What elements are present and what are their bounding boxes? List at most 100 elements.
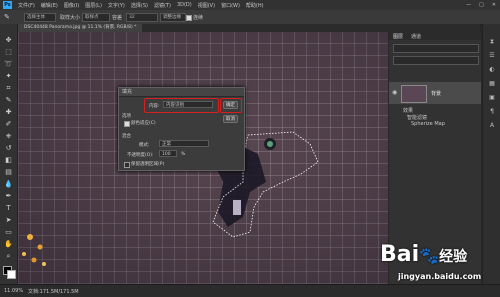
tab-channels[interactable]: 通道 [411,33,421,40]
character-icon[interactable]: A [488,122,496,130]
refine-edge-button[interactable]: 调整边缘 [160,13,186,22]
shoe [233,200,241,215]
document-tab-bar: DSC40448 Panorama.jpg @ 11.1% (背景, RGB/8… [18,24,480,32]
menu-3d[interactable]: 3D(D) [177,2,192,8]
blending-label: 混合 [122,134,131,139]
doc-size: 文档:171.5M/171.5M [28,289,79,295]
menu-items: 文件(F) 编辑(E) 图像(I) 图层(L) 文字(Y) 选择(S) 滤镜(T… [18,0,264,10]
blend-mode-bar[interactable] [393,56,479,65]
cancel-button[interactable]: 取消 [223,115,238,123]
eye-icon[interactable]: ◉ [392,89,397,96]
healing-brush-icon[interactable]: ✚ [4,108,13,117]
opacity-input[interactable]: 100 [159,150,177,157]
menu-image[interactable]: 图像(I) [64,2,79,9]
spherize-label: Spherize Map [411,121,445,127]
menu-type[interactable]: 文字(Y) [108,2,125,9]
contiguous-checkbox[interactable] [186,15,192,21]
menu-window[interactable]: 窗口(W) [221,2,240,9]
tools-panel: ✥ ⬚ ➰ ✦ ⌗ ✎ ✚ ✐ ⎈ ↺ ◧ ▤ 💧 ✒ T ➤ ▭ ✋ ⌕ [0,24,18,284]
eyedropper-tool-icon[interactable]: ✎ [4,96,13,105]
menu-help[interactable]: 帮助(H) [246,2,264,9]
blur-tool-icon[interactable]: 💧 [4,180,13,189]
crop-tool-icon[interactable]: ⌗ [4,84,13,93]
preserve-transparency-checkbox[interactable] [124,162,130,168]
contiguous-label: 连续 [193,15,204,21]
history-icon[interactable]: ⧗ [488,38,496,46]
tab-layers[interactable]: 图层 [393,33,403,40]
swatches-icon[interactable]: ▦ [488,80,496,88]
smart-filters-label: 智能滤镜 [407,115,428,121]
options-bar: ✎ 选择主体 取样大小 取样点 容差 32 调整边缘 连续 [0,10,500,25]
minimize-button[interactable]: — [466,2,471,8]
magic-wand-icon[interactable]: ✦ [4,72,13,81]
layer-thumbnail [401,85,427,103]
move-tool-icon[interactable]: ✥ [4,36,13,45]
mode-label: 模式: [139,143,150,148]
menu-edit[interactable]: 编辑(E) [41,2,58,9]
properties-icon[interactable]: ☰ [488,52,496,60]
panel-tabs: 图层 通道 [389,32,481,40]
tolerance-input[interactable]: 32 [126,13,158,22]
options-label: 选项 [122,114,131,119]
sample-select[interactable]: 取样点 [82,13,110,22]
mode-select[interactable]: 选择主体 [24,13,56,22]
layer-row-background[interactable]: ◉ 背景 [389,82,481,104]
close-button[interactable]: ✕ [492,2,496,8]
brush-tool-icon[interactable]: ✐ [4,120,13,129]
watermark-brand: Bai [380,242,420,267]
eraser-tool-icon[interactable]: ◧ [4,156,13,165]
highlight-box-ok [220,98,242,113]
color-adapt-label: 颜色适应(C) [131,121,156,126]
layer-name: 背景 [431,91,442,97]
gradient-tool-icon[interactable]: ▤ [4,168,13,177]
status-bar: 11.09% 文档:171.5M/171.5M [0,284,500,297]
highlight-box-content [144,98,219,113]
sample-label: 取样大小 [60,15,81,21]
zoom-level[interactable]: 11.09% [4,288,23,294]
layer-filter-bar[interactable] [393,44,479,53]
menu-select[interactable]: 选择(S) [131,2,148,9]
menu-file[interactable]: 文件(F) [18,2,35,9]
type-tool-icon[interactable]: T [4,204,13,213]
tolerance-label: 容差 [112,15,123,21]
menu-filter[interactable]: 滤镜(T) [154,2,171,9]
adjustments-icon[interactable]: ◐ [488,66,496,74]
watermark-url: jingyan.baidu.com [398,272,482,281]
light-dot [27,234,33,240]
document-tab[interactable]: DSC40448 Panorama.jpg @ 11.1% (背景, RGB/8… [18,24,143,32]
color-adapt-checkbox[interactable] [124,121,130,127]
path-select-icon[interactable]: ➤ [4,216,13,225]
shape-tool-icon[interactable]: ▭ [4,228,13,237]
light-dot [42,262,46,266]
light-dot [31,257,37,263]
preserve-transparency-label: 保留透明区域(P) [131,162,165,167]
window-controls: — □ ✕ [466,0,496,10]
menu-bar: Ps 文件(F) 编辑(E) 图像(I) 图层(L) 文字(Y) 选择(S) 滤… [0,0,500,10]
menu-view[interactable]: 视图(V) [198,2,215,9]
hand-tool-icon[interactable]: ✋ [4,240,13,249]
lasso-tool-icon[interactable]: ➰ [4,60,13,69]
mode-select[interactable]: 正常 [159,140,209,147]
light-dot [22,252,26,256]
fill-dialog: 填充 内容: 内容识别 确定 取消 选项 颜色适应(C) 混合 模式: 正常 不… [118,87,245,171]
photoshop-logo: Ps [3,1,12,9]
background-color-swatch[interactable] [7,270,16,279]
paw-icon: 🐾 [419,246,440,265]
marquee-tool-icon[interactable]: ⬚ [4,48,13,57]
maximize-button[interactable]: □ [479,2,484,8]
opacity-unit: % [181,152,186,157]
eyedropper-icon[interactable]: ✎ [4,13,14,21]
layer-effects-label: 效果 [403,108,414,114]
libraries-icon[interactable]: ▣ [488,94,496,102]
menu-layer[interactable]: 图层(L) [85,2,102,9]
pen-tool-icon[interactable]: ✒ [4,192,13,201]
baidu-watermark-logo: Bai🐾经验 [380,242,467,267]
green-marker [267,141,273,147]
paragraph-icon[interactable]: ¶ [488,108,496,116]
opacity-label: 不透明度(O): [127,153,154,158]
light-dot [37,244,43,250]
zoom-tool-icon[interactable]: ⌕ [4,252,13,261]
history-brush-icon[interactable]: ↺ [4,144,13,153]
stamp-tool-icon[interactable]: ⎈ [4,132,13,141]
dialog-title: 填充 [119,88,244,97]
